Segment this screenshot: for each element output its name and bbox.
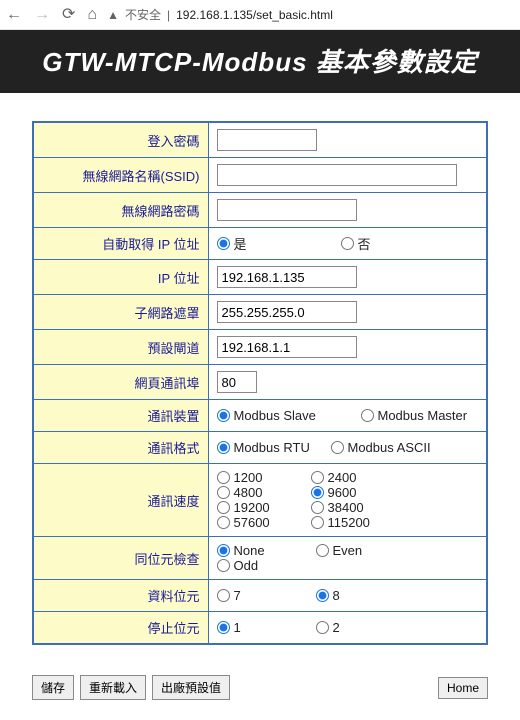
wifi-password-input[interactable]	[217, 199, 357, 221]
device-slave-radio[interactable]	[217, 409, 230, 422]
databits-7[interactable]: 7	[217, 588, 312, 603]
buttons-row: 儲存 重新載入 出廠預設值 Home	[0, 657, 520, 720]
stopbits-2[interactable]: 2	[316, 620, 411, 635]
url-separator: |	[167, 8, 170, 22]
baud-19200[interactable]: 19200	[217, 500, 307, 515]
baud-9600-radio[interactable]	[311, 486, 324, 499]
label-ssid: 無線網路名稱(SSID)	[33, 158, 208, 193]
row-gateway: 預設閘道	[33, 330, 487, 365]
baud-38400-radio[interactable]	[311, 501, 324, 514]
page-title: GTW-MTCP-Modbus 基本參數設定	[0, 30, 520, 93]
defaults-button[interactable]: 出廠預設值	[152, 675, 230, 700]
auto-ip-yes[interactable]: 是	[217, 234, 337, 253]
baud-38400[interactable]: 38400	[311, 500, 401, 515]
ssid-input[interactable]	[217, 164, 457, 186]
device-master-radio[interactable]	[361, 409, 374, 422]
label-web-port: 網頁通訊埠	[33, 365, 208, 400]
row-ip: IP 位址	[33, 260, 487, 295]
parity-even[interactable]: Even	[316, 543, 411, 558]
baud-19200-radio[interactable]	[217, 501, 230, 514]
parity-none[interactable]: None	[217, 543, 312, 558]
home-icon[interactable]: ⌂	[87, 7, 97, 23]
label-subnet: 子網路遮罩	[33, 295, 208, 330]
auto-ip-no-radio[interactable]	[341, 237, 354, 250]
baud-57600-radio[interactable]	[217, 516, 230, 529]
row-auto-ip: 自動取得 IP 位址 是 否	[33, 228, 487, 260]
row-device: 通訊裝置 Modbus Slave Modbus Master	[33, 400, 487, 432]
row-subnet: 子網路遮罩	[33, 295, 487, 330]
auto-ip-no[interactable]: 否	[341, 234, 461, 253]
format-rtu-radio[interactable]	[217, 441, 230, 454]
row-format: 通訊格式 Modbus RTU Modbus ASCII	[33, 432, 487, 464]
stopbits-1-radio[interactable]	[217, 621, 230, 634]
row-baud: 通訊速度 1200 2400 4800 9600 19200 38400 576…	[33, 464, 487, 537]
label-parity: 同位元檢查	[33, 537, 208, 580]
row-parity: 同位元檢查 None Even Odd	[33, 537, 487, 580]
browser-nav-icons: ← → ⟳ ⌂	[6, 7, 97, 23]
parity-none-radio[interactable]	[217, 544, 230, 557]
baud-9600[interactable]: 9600	[311, 485, 401, 500]
device-master[interactable]: Modbus Master	[361, 408, 468, 423]
label-ip: IP 位址	[33, 260, 208, 295]
baud-2400-radio[interactable]	[311, 471, 324, 484]
row-ssid: 無線網路名稱(SSID)	[33, 158, 487, 193]
settings-table: 登入密碼 無線網路名稱(SSID) 無線網路密碼 自動取得 IP 位址 是 否 …	[32, 121, 488, 645]
format-ascii-radio[interactable]	[331, 441, 344, 454]
stopbits-1[interactable]: 1	[217, 620, 312, 635]
label-databits: 資料位元	[33, 580, 208, 612]
baud-2400[interactable]: 2400	[311, 470, 401, 485]
warning-icon: ▲	[107, 8, 119, 22]
label-device: 通訊裝置	[33, 400, 208, 432]
auto-ip-yes-radio[interactable]	[217, 237, 230, 250]
gateway-input[interactable]	[217, 336, 357, 358]
databits-8-radio[interactable]	[316, 589, 329, 602]
reload-icon[interactable]: ⟳	[62, 7, 75, 23]
baud-1200-radio[interactable]	[217, 471, 230, 484]
baud-57600[interactable]: 57600	[217, 515, 307, 530]
login-password-input[interactable]	[217, 129, 317, 151]
subnet-input[interactable]	[217, 301, 357, 323]
baud-4800[interactable]: 4800	[217, 485, 307, 500]
format-ascii[interactable]: Modbus ASCII	[331, 440, 431, 455]
row-login-password: 登入密碼	[33, 122, 487, 158]
baud-4800-radio[interactable]	[217, 486, 230, 499]
url-text: 192.168.1.135/set_basic.html	[176, 8, 333, 22]
home-button[interactable]: Home	[438, 677, 488, 699]
parity-odd[interactable]: Odd	[217, 558, 312, 573]
parity-odd-radio[interactable]	[217, 559, 230, 572]
parity-even-radio[interactable]	[316, 544, 329, 557]
row-web-port: 網頁通訊埠	[33, 365, 487, 400]
row-databits: 資料位元 7 8	[33, 580, 487, 612]
databits-7-radio[interactable]	[217, 589, 230, 602]
url-area[interactable]: ▲ 不安全 | 192.168.1.135/set_basic.html	[107, 6, 333, 23]
form-content: 登入密碼 無線網路名稱(SSID) 無線網路密碼 自動取得 IP 位址 是 否 …	[0, 93, 520, 657]
row-wifi-password: 無線網路密碼	[33, 193, 487, 228]
baud-115200-radio[interactable]	[311, 516, 324, 529]
ip-input[interactable]	[217, 266, 357, 288]
back-icon[interactable]: ←	[6, 7, 22, 23]
baud-1200[interactable]: 1200	[217, 470, 307, 485]
label-wifi-password: 無線網路密碼	[33, 193, 208, 228]
forward-icon[interactable]: →	[34, 7, 50, 23]
save-button[interactable]: 儲存	[32, 675, 74, 700]
databits-8[interactable]: 8	[316, 588, 411, 603]
label-stopbits: 停止位元	[33, 612, 208, 645]
baud-115200[interactable]: 115200	[311, 515, 401, 530]
label-baud: 通訊速度	[33, 464, 208, 537]
reload-button[interactable]: 重新載入	[80, 675, 146, 700]
web-port-input[interactable]	[217, 371, 257, 393]
stopbits-2-radio[interactable]	[316, 621, 329, 634]
browser-address-bar: ← → ⟳ ⌂ ▲ 不安全 | 192.168.1.135/set_basic.…	[0, 0, 520, 30]
label-gateway: 預設閘道	[33, 330, 208, 365]
label-auto-ip: 自動取得 IP 位址	[33, 228, 208, 260]
row-stopbits: 停止位元 1 2	[33, 612, 487, 645]
insecure-label: 不安全	[125, 6, 161, 23]
label-format: 通訊格式	[33, 432, 208, 464]
format-rtu[interactable]: Modbus RTU	[217, 440, 327, 455]
label-login-password: 登入密碼	[33, 122, 208, 158]
device-slave[interactable]: Modbus Slave	[217, 408, 357, 423]
